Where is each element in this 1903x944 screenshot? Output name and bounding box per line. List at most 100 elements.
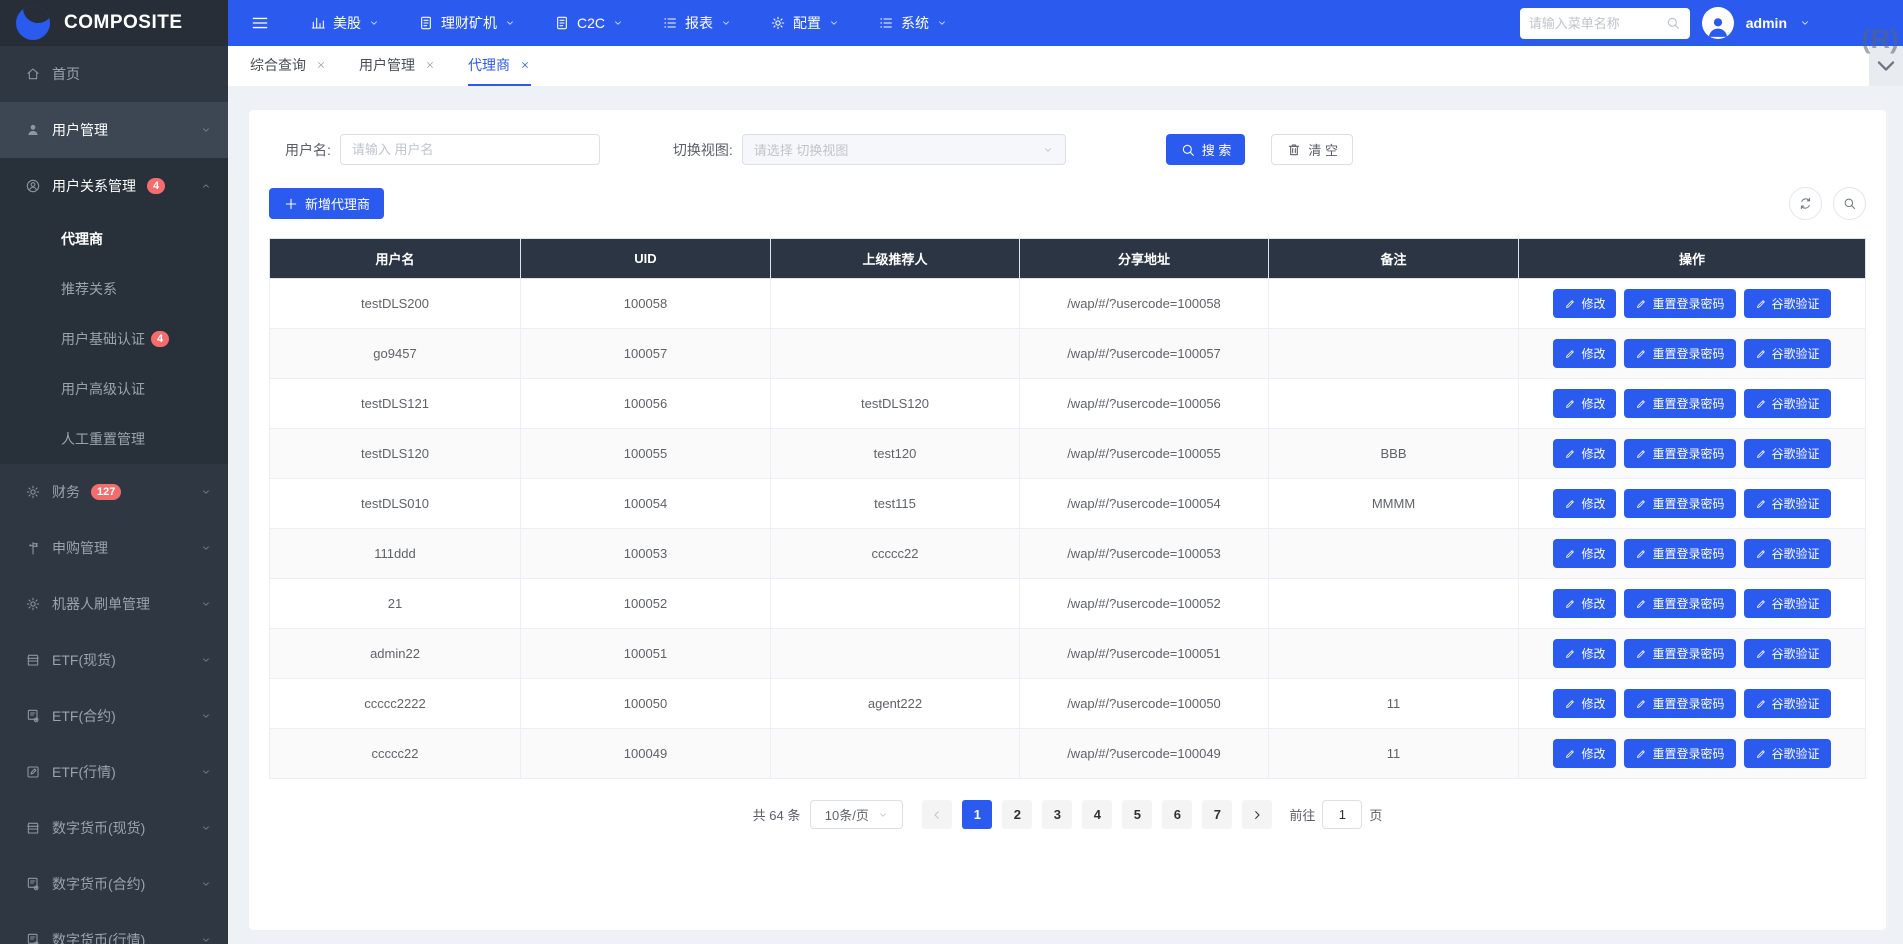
refresh-button[interactable] <box>1789 187 1822 220</box>
row-action-button[interactable]: 修改 <box>1553 689 1616 718</box>
page-button[interactable]: 3 <box>1042 800 1072 829</box>
row-action-button[interactable]: 重置登录密码 <box>1624 489 1735 518</box>
row-action-button[interactable]: 谷歌验证 <box>1744 539 1831 568</box>
row-action-button[interactable]: 谷歌验证 <box>1744 339 1831 368</box>
row-action-button[interactable]: 谷歌验证 <box>1744 739 1831 768</box>
sidebar-subitem[interactable]: 代理商 <box>0 214 228 264</box>
row-action-button[interactable]: 修改 <box>1553 339 1616 368</box>
row-action-button[interactable]: 修改 <box>1553 589 1616 618</box>
add-agent-button[interactable]: 新增代理商 <box>269 188 384 219</box>
page-button[interactable]: 4 <box>1082 800 1112 829</box>
cell-remark <box>1269 379 1519 429</box>
view-select[interactable]: 请选择 切换视图 <box>742 134 1066 165</box>
cell-uid: 100054 <box>521 479 771 529</box>
row-action-button[interactable]: 重置登录密码 <box>1624 389 1735 418</box>
hamburger-icon[interactable] <box>250 13 270 33</box>
top-menu-label: 报表 <box>685 13 713 33</box>
row-action-button[interactable]: 修改 <box>1553 389 1616 418</box>
trash-icon <box>1286 142 1302 158</box>
row-action-button[interactable]: 修改 <box>1553 539 1616 568</box>
close-icon[interactable] <box>315 59 327 71</box>
sidebar-item[interactable]: 用户管理 <box>0 102 228 158</box>
menu-search-input[interactable] <box>1529 16 1659 31</box>
top-menu-item[interactable]: 系统 <box>878 13 948 33</box>
page-size-select[interactable]: 10条/页 <box>810 800 903 829</box>
page-button[interactable]: 2 <box>1002 800 1032 829</box>
row-action-button[interactable]: 重置登录密码 <box>1624 639 1735 668</box>
top-menu-item[interactable]: 配置 <box>770 13 840 33</box>
close-icon[interactable] <box>519 59 531 71</box>
sidebar-subitem[interactable]: 用户基础认证4 <box>0 314 228 364</box>
row-action-button[interactable]: 谷歌验证 <box>1744 489 1831 518</box>
column-search-button[interactable] <box>1833 187 1866 220</box>
sidebar-item[interactable]: 申购管理 <box>0 520 228 576</box>
sidebar-item[interactable]: ETF(合约) <box>0 688 228 744</box>
page-button[interactable]: 1 <box>962 800 992 829</box>
row-action-button[interactable]: 修改 <box>1553 739 1616 768</box>
sidebar-item[interactable]: 机器人刷单管理 <box>0 576 228 632</box>
doc-gear-icon <box>25 708 41 724</box>
top-menu-item[interactable]: 美股 <box>310 13 380 33</box>
page-button[interactable]: 7 <box>1202 800 1232 829</box>
sidebar-item[interactable]: 财务127 <box>0 464 228 520</box>
page-button[interactable]: 5 <box>1122 800 1152 829</box>
body-row: 首页用户管理用户关系管理4代理商推荐关系用户基础认证4用户高级认证人工重置管理财… <box>0 46 1903 944</box>
tab-item[interactable]: 综合查询 <box>250 46 327 86</box>
top-menu-item[interactable]: 报表 <box>662 13 732 33</box>
row-action-button[interactable]: 谷歌验证 <box>1744 439 1831 468</box>
sidebar-item[interactable]: ETF(现货) <box>0 632 228 688</box>
cell-referrer <box>771 629 1020 679</box>
row-action-button[interactable]: 修改 <box>1553 489 1616 518</box>
sidebar-item[interactable]: 首页 <box>0 46 228 102</box>
goto-page-input[interactable] <box>1322 800 1362 829</box>
row-action-button[interactable]: 修改 <box>1553 289 1616 318</box>
row-action-button[interactable]: 重置登录密码 <box>1624 539 1735 568</box>
cell-uid: 100056 <box>521 379 771 429</box>
search-button[interactable]: 搜 索 <box>1166 134 1246 165</box>
sidebar-subitem[interactable]: 用户高级认证 <box>0 364 228 414</box>
sidebar-item[interactable]: 数字货币(行情) <box>0 912 228 944</box>
page-button[interactable]: 6 <box>1162 800 1192 829</box>
action-label: 重置登录密码 <box>1652 345 1724 362</box>
prev-page-button[interactable] <box>922 800 952 829</box>
cell-referrer <box>771 329 1020 379</box>
row-action-button[interactable]: 谷歌验证 <box>1744 589 1831 618</box>
table-row: testDLS200100058/wap/#/?usercode=100058修… <box>270 279 1866 329</box>
row-action-button[interactable]: 谷歌验证 <box>1744 639 1831 668</box>
tab-dropdown-button[interactable] <box>1869 46 1903 86</box>
clear-button[interactable]: 清 空 <box>1271 134 1353 165</box>
row-action-button[interactable]: 重置登录密码 <box>1624 339 1735 368</box>
top-menu-item[interactable]: 理财矿机 <box>418 13 516 33</box>
next-page-button[interactable] <box>1242 800 1272 829</box>
row-action-button[interactable]: 重置登录密码 <box>1624 439 1735 468</box>
sidebar-item[interactable]: 数字货币(现货) <box>0 800 228 856</box>
pencil-icon <box>1755 398 1767 410</box>
row-action-button[interactable]: 谷歌验证 <box>1744 689 1831 718</box>
row-action-button[interactable]: 谷歌验证 <box>1744 289 1831 318</box>
cell-referrer: testDLS120 <box>771 379 1020 429</box>
chevron-down-icon <box>936 17 948 29</box>
avatar[interactable] <box>1702 7 1734 39</box>
tab-item[interactable]: 代理商 <box>468 46 531 86</box>
sidebar-subitem[interactable]: 人工重置管理 <box>0 414 228 464</box>
row-action-button[interactable]: 重置登录密码 <box>1624 289 1735 318</box>
sidebar-item[interactable]: 用户关系管理4 <box>0 158 228 214</box>
topbar-main: 美股理财矿机C2C报表配置系统 admin <box>228 0 1903 46</box>
action-label: 重置登录密码 <box>1652 495 1724 512</box>
pencil-icon <box>1635 348 1647 360</box>
row-action-button[interactable]: 谷歌验证 <box>1744 389 1831 418</box>
username-filter-input[interactable] <box>340 134 600 165</box>
main-column: 综合查询用户管理代理商 用户名: 切换视图: 请选择 切换视图 <box>228 46 1903 944</box>
row-action-button[interactable]: 重置登录密码 <box>1624 689 1735 718</box>
top-menu-item[interactable]: C2C <box>554 13 624 33</box>
tab-item[interactable]: 用户管理 <box>359 46 436 86</box>
close-icon[interactable] <box>424 59 436 71</box>
row-action-button[interactable]: 修改 <box>1553 639 1616 668</box>
row-action-button[interactable]: 修改 <box>1553 439 1616 468</box>
sidebar-item[interactable]: ETF(行情) <box>0 744 228 800</box>
row-action-button[interactable]: 重置登录密码 <box>1624 739 1735 768</box>
row-action-button[interactable]: 重置登录密码 <box>1624 589 1735 618</box>
sidebar-item[interactable]: 数字货币(合约) <box>0 856 228 912</box>
sidebar-subitem[interactable]: 推荐关系 <box>0 264 228 314</box>
chevron-down-icon[interactable] <box>1799 17 1811 29</box>
